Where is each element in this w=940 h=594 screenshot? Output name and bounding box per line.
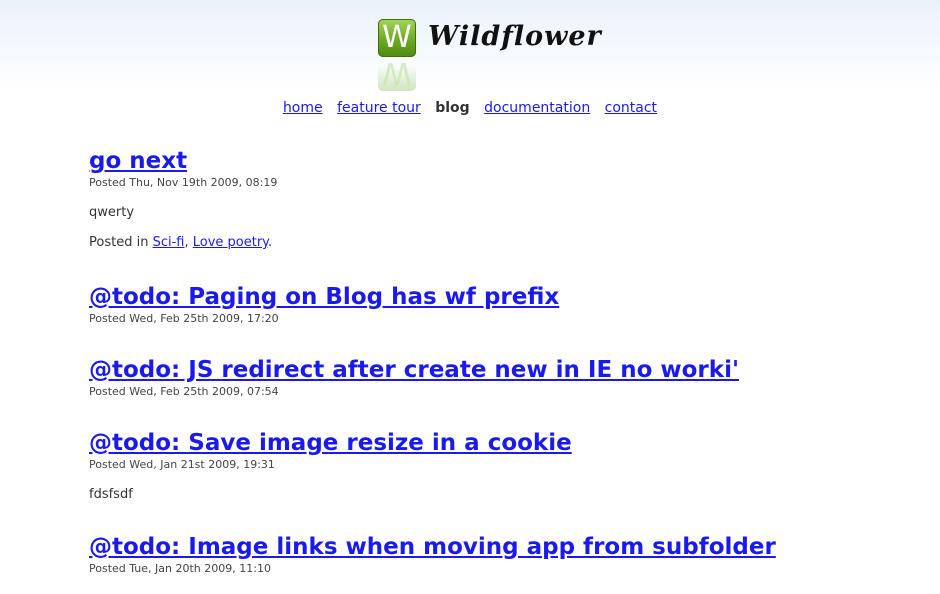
logo-text: Wildflower (428, 21, 602, 52)
nav-item-home[interactable]: home (283, 100, 323, 116)
post-date: Posted Thu, Nov 19th 2009, 08:19 (89, 176, 278, 189)
nav-item-documentation[interactable]: documentation (484, 100, 590, 116)
site-header: W W Wildflower (0, 0, 940, 95)
post-date: Posted Tue, Jan 20th 2009, 11:10 (89, 562, 271, 575)
categories-suffix: . (268, 235, 273, 250)
category-link-sci-fi[interactable]: Sci-fi (153, 235, 185, 250)
nav-item-feature-tour[interactable]: feature tour (337, 100, 421, 116)
logo-badge-icon: W (378, 19, 416, 57)
site-logo[interactable]: W W Wildflower (378, 19, 601, 91)
blog-post: @todo: Save image resize in a cookie Pos… (89, 428, 889, 532)
post-list: go next Posted Thu, Nov 19th 2009, 08:19… (89, 146, 889, 576)
post-date: Posted Wed, Feb 25th 2009, 07:54 (89, 385, 279, 398)
post-body: fdsfsdf (89, 487, 133, 502)
post-date: Posted Wed, Feb 25th 2009, 17:20 (89, 312, 279, 325)
blog-post: @todo: JS redirect after create new in I… (89, 355, 889, 428)
post-title-link[interactable]: @todo: JS redirect after create new in I… (89, 355, 889, 385)
nav-item-blog: blog (435, 100, 470, 116)
blog-post: @todo: Paging on Blog has wf prefix Post… (89, 282, 889, 355)
categories-prefix: Posted in (89, 235, 153, 250)
category-link-love-poetry[interactable]: Love poetry (193, 235, 268, 250)
logo-reflection: W (378, 59, 416, 91)
post-date: Posted Wed, Jan 21st 2009, 19:31 (89, 458, 275, 471)
blog-post: @todo: Image links when moving app from … (89, 532, 889, 576)
post-title-link[interactable]: go next (89, 146, 889, 176)
post-title-link[interactable]: @todo: Image links when moving app from … (89, 532, 889, 562)
post-categories: Posted in Sci-fi, Love poetry. (89, 235, 273, 250)
post-title-link[interactable]: @todo: Paging on Blog has wf prefix (89, 282, 889, 312)
post-title-link[interactable]: @todo: Save image resize in a cookie (89, 428, 889, 458)
blog-post: go next Posted Thu, Nov 19th 2009, 08:19… (89, 146, 889, 282)
main-nav: home feature tour blog documentation con… (0, 100, 940, 116)
nav-item-contact[interactable]: contact (605, 100, 657, 116)
post-body: qwerty (89, 205, 135, 220)
